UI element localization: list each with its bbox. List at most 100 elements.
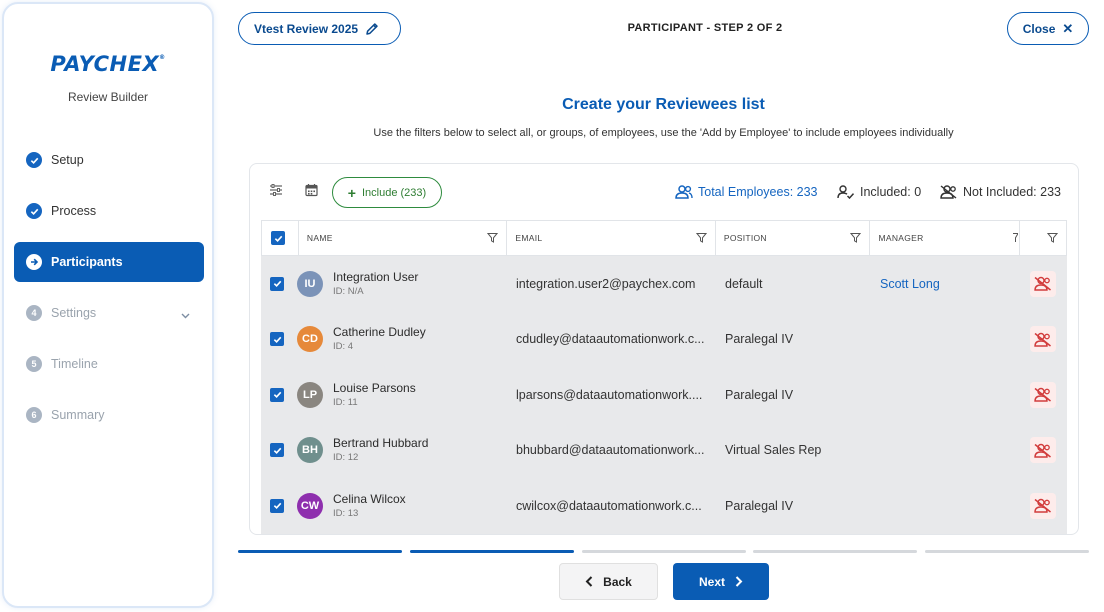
chevron-down-icon[interactable] bbox=[181, 308, 190, 322]
nav-item-summary[interactable]: 6 Summary bbox=[14, 395, 204, 435]
plus-icon: + bbox=[347, 184, 356, 201]
email-cell: integration.user2@paychex.com bbox=[507, 256, 716, 312]
nav-item-process[interactable]: Process bbox=[14, 191, 204, 231]
table-row[interactable]: CW Celina Wilcox ID: 13 cwilcox@dataauto… bbox=[261, 478, 1067, 534]
nav-item-settings[interactable]: 4 Settings bbox=[14, 293, 204, 333]
employee-position: Paralegal IV bbox=[725, 332, 794, 347]
total-employees-stat: Total Employees: 233 bbox=[675, 185, 818, 199]
close-icon: ✕ bbox=[1062, 20, 1074, 36]
avatar: CD bbox=[297, 326, 323, 353]
exclude-employee-button[interactable] bbox=[1030, 437, 1056, 464]
manager-link[interactable]: Scott Long bbox=[880, 277, 940, 291]
avatar: BH bbox=[297, 437, 323, 464]
paychex-logo: PAYCHEX® bbox=[50, 52, 166, 76]
position-cell: Paralegal IV bbox=[716, 312, 871, 368]
exclude-employee-button[interactable] bbox=[1030, 492, 1056, 519]
manager-cell bbox=[871, 312, 1021, 368]
page-title: Create your Reviewees list bbox=[562, 96, 765, 113]
email-cell: cdudley@dataautomationwork.c... bbox=[507, 312, 716, 368]
user-slash-icon bbox=[1034, 332, 1051, 347]
user-check-icon bbox=[837, 185, 855, 199]
next-button[interactable]: Next bbox=[673, 563, 769, 600]
employee-id: ID: N/A bbox=[333, 285, 364, 297]
employee-email: lparsons@dataautomationwork.... bbox=[516, 387, 703, 402]
close-label: Close bbox=[1022, 21, 1056, 36]
employee-name: Bertrand Hubbard bbox=[333, 436, 429, 451]
table-toolbar: + Include (233) Total Employees: 233 Inc… bbox=[250, 164, 1078, 220]
include-all-button[interactable]: + Include (233) bbox=[332, 177, 442, 208]
included-stat: Included: 0 bbox=[837, 185, 921, 199]
filter-icon[interactable] bbox=[850, 232, 862, 245]
table-row[interactable]: BH Bertrand Hubbard ID: 12 bhubbard@data… bbox=[261, 423, 1067, 479]
column-header-email[interactable]: EMAIL bbox=[507, 221, 716, 255]
employee-position: Paralegal IV bbox=[725, 387, 794, 402]
total-employees-label: Total Employees: 233 bbox=[698, 185, 818, 199]
progress-segment bbox=[238, 550, 402, 553]
page-description: Use the filters below to select all, or … bbox=[373, 127, 954, 139]
avatar: LP bbox=[297, 381, 323, 408]
include-label: Include (233) bbox=[361, 186, 427, 199]
users-icon bbox=[675, 185, 693, 199]
filter-icon[interactable] bbox=[487, 232, 499, 245]
exclude-employee-button[interactable] bbox=[1030, 270, 1056, 297]
manager-cell bbox=[871, 367, 1021, 423]
position-cell: Virtual Sales Rep bbox=[716, 423, 871, 479]
manager-cell bbox=[871, 478, 1021, 534]
filter-settings-icon[interactable] bbox=[269, 183, 283, 202]
nav-item-label: Setup bbox=[51, 153, 84, 167]
employee-id: ID: 11 bbox=[333, 396, 358, 408]
employee-email: cwilcox@dataautomationwork.c... bbox=[516, 498, 702, 513]
nav-item-setup[interactable]: Setup bbox=[14, 140, 204, 180]
pencil-icon bbox=[366, 22, 378, 35]
employee-cell: LP Louise Parsons ID: 11 bbox=[261, 367, 470, 423]
not-included-label: Not Included: 233 bbox=[963, 185, 1061, 199]
next-label: Next bbox=[698, 574, 725, 589]
exclude-employee-button[interactable] bbox=[1030, 381, 1056, 408]
progress-segment bbox=[409, 550, 574, 553]
employee-position: Virtual Sales Rep bbox=[725, 443, 822, 458]
employee-id: ID: 12 bbox=[333, 452, 359, 464]
employee-email: cdudley@dataautomationwork.c... bbox=[516, 332, 705, 347]
user-slash-icon bbox=[1034, 443, 1051, 458]
reviewees-table-card: + Include (233) Total Employees: 233 Inc… bbox=[249, 163, 1079, 535]
employee-position: default bbox=[725, 276, 763, 291]
nav-item-participants[interactable]: Participants bbox=[14, 242, 204, 282]
chevron-left-icon bbox=[585, 576, 593, 587]
employee-email: bhubbard@dataautomationwork... bbox=[516, 443, 705, 458]
employee-name: Catherine Dudley bbox=[333, 325, 426, 340]
close-button[interactable]: Close ✕ bbox=[1007, 12, 1089, 45]
filter-icon[interactable] bbox=[695, 232, 707, 245]
column-header-name[interactable]: NAME bbox=[299, 221, 508, 255]
table-row[interactable]: LP Louise Parsons ID: 11 lparsons@dataau… bbox=[261, 367, 1067, 423]
progress-segment bbox=[925, 550, 1089, 553]
email-cell: lparsons@dataautomationwork.... bbox=[507, 367, 716, 423]
email-cell: bhubbard@dataautomationwork... bbox=[507, 423, 716, 479]
nav-item-timeline[interactable]: 5 Timeline bbox=[14, 344, 204, 384]
back-button[interactable]: Back bbox=[559, 563, 658, 600]
exclude-employee-button[interactable] bbox=[1030, 326, 1056, 353]
employee-email: integration.user2@paychex.com bbox=[516, 276, 696, 291]
column-header-manager[interactable]: MANAGER bbox=[870, 221, 1021, 255]
employee-id: ID: 13 bbox=[333, 507, 359, 519]
included-label: Included: 0 bbox=[860, 185, 922, 199]
nav-item-label: Process bbox=[51, 204, 97, 218]
avatar: CW bbox=[297, 492, 323, 519]
column-header-actions[interactable] bbox=[1020, 221, 1066, 255]
back-label: Back bbox=[603, 574, 632, 589]
email-cell: cwilcox@dataautomationwork.c... bbox=[507, 478, 716, 534]
step-nav: Setup Process Participants 4 Settings 5 … bbox=[14, 140, 204, 446]
filter-icon[interactable] bbox=[1046, 232, 1059, 245]
employee-position: Paralegal IV bbox=[725, 498, 794, 513]
table-row[interactable]: CD Catherine Dudley ID: 4 cdudley@dataau… bbox=[261, 312, 1067, 368]
review-name-button[interactable]: Vtest Review 2025 bbox=[238, 12, 401, 45]
select-all-checkbox[interactable] bbox=[271, 231, 285, 245]
employee-name: Louise Parsons bbox=[333, 380, 416, 395]
filter-icon[interactable] bbox=[1012, 232, 1019, 245]
calendar-icon[interactable] bbox=[305, 183, 318, 202]
column-header-position[interactable]: POSITION bbox=[716, 221, 871, 255]
check-icon bbox=[26, 152, 42, 168]
avatar: IU bbox=[297, 270, 323, 297]
step-progress-bar bbox=[238, 550, 1089, 554]
table-row[interactable]: IU Integration User ID: N/A integration.… bbox=[261, 256, 1067, 312]
progress-segment bbox=[581, 550, 746, 553]
